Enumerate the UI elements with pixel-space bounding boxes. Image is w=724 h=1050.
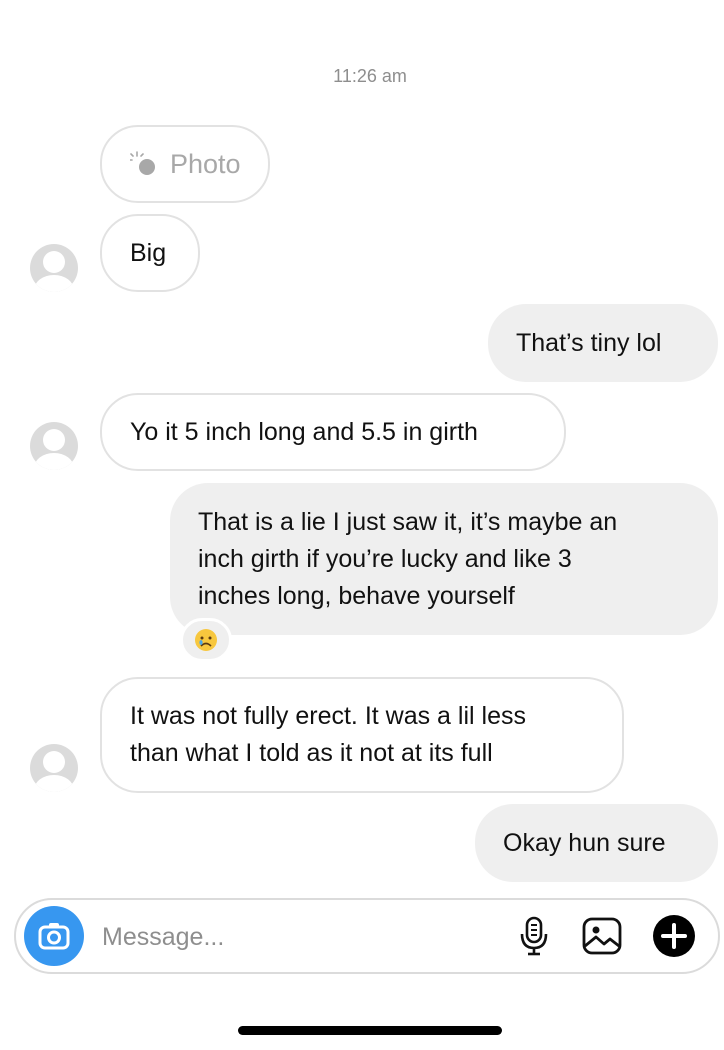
photo-attachment-bubble[interactable]: Photo [100, 125, 270, 203]
camera-icon [38, 923, 70, 950]
outgoing-message-bubble[interactable]: Okay hun sure [475, 804, 718, 882]
incoming-message-bubble[interactable]: Yo it 5 inch long and 5.5 in girth [100, 393, 566, 471]
message-timestamp: 11:26 am [333, 66, 407, 86]
message-text: Okay hun sure [503, 828, 666, 857]
photo-label: Photo [170, 148, 241, 179]
message-text: Big [130, 238, 167, 267]
voice-message-button[interactable] [512, 914, 556, 958]
message-text-line: That is a lie I just saw it, it’s maybe … [198, 507, 618, 536]
message-text-line: It was not fully erect. It was a lil les… [130, 702, 526, 730]
reaction-badge[interactable] [180, 618, 232, 662]
crying-face-emoji-icon [195, 629, 217, 651]
outgoing-message-bubble[interactable]: That’s tiny lol [488, 304, 718, 382]
gallery-button[interactable] [580, 914, 624, 958]
sender-avatar[interactable] [30, 244, 78, 292]
home-indicator[interactable] [238, 1026, 502, 1035]
gallery-icon [582, 917, 622, 955]
sender-avatar[interactable] [30, 422, 78, 470]
incoming-message-bubble[interactable]: Big [100, 214, 200, 292]
add-button[interactable] [652, 914, 696, 958]
message-text-line: inches long, behave yourself [198, 581, 515, 610]
message-text-line: inch girth if you’re lucky and like 3 [198, 544, 572, 573]
message-text-line: than what I told as it not at its full [130, 739, 493, 767]
message-text: That’s tiny lol [516, 328, 662, 357]
microphone-icon [520, 916, 548, 956]
photo-icon [129, 149, 160, 179]
outgoing-message-bubble[interactable]: That is a lie I just saw it, it’s maybe … [170, 483, 718, 635]
message-text: Yo it 5 inch long and 5.5 in girth [130, 417, 478, 446]
sender-avatar[interactable] [30, 744, 78, 792]
message-composer [14, 898, 720, 974]
incoming-message-bubble[interactable]: It was not fully erect. It was a lil les… [100, 677, 624, 793]
message-input[interactable] [100, 914, 484, 960]
camera-button[interactable] [24, 906, 84, 966]
plus-icon [653, 915, 695, 957]
